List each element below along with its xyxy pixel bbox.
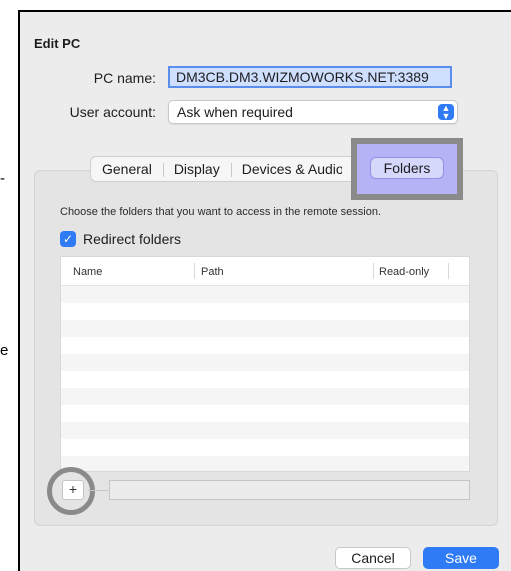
column-separator xyxy=(194,263,195,279)
table-toolbar xyxy=(109,480,470,500)
tab-general[interactable]: General xyxy=(91,161,163,177)
edit-pc-dialog: Edit PC PC name: DM3CB.DM3.WIZMOWORKS.NE… xyxy=(18,10,511,571)
table-row xyxy=(61,388,469,405)
chevron-updown-icon: ▲ ▼ xyxy=(438,104,454,121)
table-row xyxy=(61,286,469,303)
outside-dash: - xyxy=(0,170,5,187)
add-button-highlight xyxy=(47,467,95,515)
folders-table: Name Path Read-only xyxy=(60,256,470,472)
tab-devices-audio[interactable]: Devices & Audio xyxy=(230,161,342,177)
tab-display[interactable]: Display xyxy=(162,161,231,177)
toolbar-divider xyxy=(88,490,108,491)
table-row xyxy=(61,439,469,456)
redirect-folders-checkbox[interactable]: ✓ xyxy=(60,231,76,247)
pc-name-label: PC name: xyxy=(93,70,156,86)
folders-description: Choose the folders that you want to acce… xyxy=(60,206,382,218)
table-row xyxy=(61,405,469,422)
tab-folders[interactable]: Folders xyxy=(370,157,444,179)
table-row xyxy=(61,354,469,371)
cancel-button[interactable]: Cancel xyxy=(335,547,411,569)
user-account-value: Ask when required xyxy=(177,104,293,120)
dialog-title: Edit PC xyxy=(34,36,81,51)
save-button[interactable]: Save xyxy=(423,547,499,569)
folders-tab-highlight: Folders xyxy=(351,138,463,200)
column-path[interactable]: Path xyxy=(201,266,224,278)
column-separator xyxy=(448,263,449,279)
pc-name-input[interactable]: DM3CB.DM3.WIZMOWORKS.NET:3389 xyxy=(168,66,452,88)
outside-text-fragment: e xyxy=(0,342,9,359)
user-account-select[interactable]: Ask when required ▲ ▼ xyxy=(168,100,458,124)
table-row xyxy=(61,320,469,337)
redirect-folders-label[interactable]: Redirect folders xyxy=(83,231,181,247)
table-header: Name Path Read-only xyxy=(61,257,469,286)
column-read-only[interactable]: Read-only xyxy=(379,266,429,278)
column-separator xyxy=(373,263,374,279)
table-row xyxy=(61,371,469,388)
column-name[interactable]: Name xyxy=(73,266,102,278)
user-account-label: User account: xyxy=(69,104,156,120)
table-row xyxy=(61,422,469,439)
table-row xyxy=(61,456,469,471)
table-row xyxy=(61,337,469,354)
table-row xyxy=(61,303,469,320)
